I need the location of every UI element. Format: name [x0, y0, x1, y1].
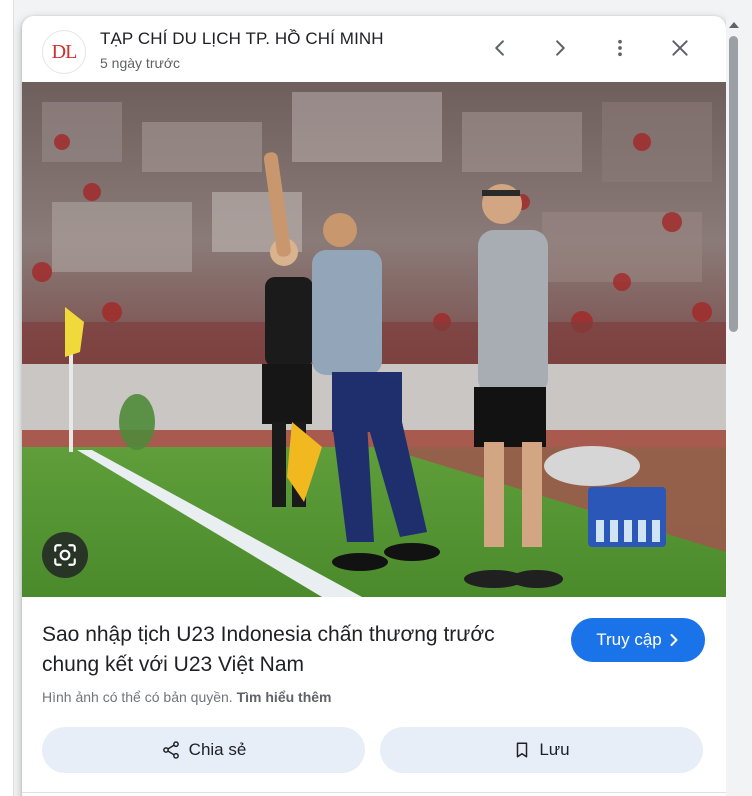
google-lens-icon [54, 544, 76, 566]
previous-button[interactable] [482, 30, 518, 66]
share-button-label: Chia sẻ [188, 740, 247, 759]
scrollbar-thumb[interactable] [729, 36, 738, 332]
close-icon [672, 40, 688, 56]
chevron-right-small-icon [670, 634, 678, 646]
visit-button[interactable]: Truy cập [571, 618, 705, 662]
bookmark-icon [517, 742, 528, 758]
scroll-up-arrow-icon[interactable] [729, 22, 739, 28]
panel-header: DL TẠP CHÍ DU LỊCH TP. HỒ CHÍ MINH 5 ngà… [22, 16, 726, 82]
chevron-right-icon [556, 40, 565, 56]
preview-image[interactable] [22, 82, 726, 597]
more-options-button[interactable] [602, 30, 638, 66]
share-icon [162, 741, 179, 759]
publish-date: 5 ngày trước [100, 55, 181, 71]
learn-more-link[interactable]: Tìm hiểu thêm [237, 689, 332, 705]
save-button[interactable]: Lưu [380, 727, 703, 773]
copyright-text: Hình ảnh có thể có bản quyền. [42, 689, 233, 705]
save-button-label: Lưu [539, 740, 570, 759]
next-button[interactable] [542, 30, 578, 66]
source-logo[interactable]: DL [42, 30, 86, 74]
more-vert-icon [618, 39, 622, 57]
copyright-notice: Hình ảnh có thể có bản quyền. Tìm hiểu t… [42, 689, 332, 705]
left-background-strip [0, 0, 14, 796]
google-lens-button[interactable] [42, 532, 88, 578]
image-preview-panel: DL TẠP CHÍ DU LỊCH TP. HỒ CHÍ MINH 5 ngà… [22, 16, 726, 796]
share-button[interactable]: Chia sẻ [42, 727, 365, 773]
divider [22, 792, 726, 793]
close-button[interactable] [662, 30, 698, 66]
stadium-photo [22, 82, 726, 597]
source-name[interactable]: TẠP CHÍ DU LỊCH TP. HỒ CHÍ MINH [100, 29, 384, 49]
chevron-left-icon [495, 40, 504, 56]
visit-button-label: Truy cập [596, 630, 662, 649]
article-title[interactable]: Sao nhập tịch U23 Indonesia chấn thương … [42, 620, 542, 680]
